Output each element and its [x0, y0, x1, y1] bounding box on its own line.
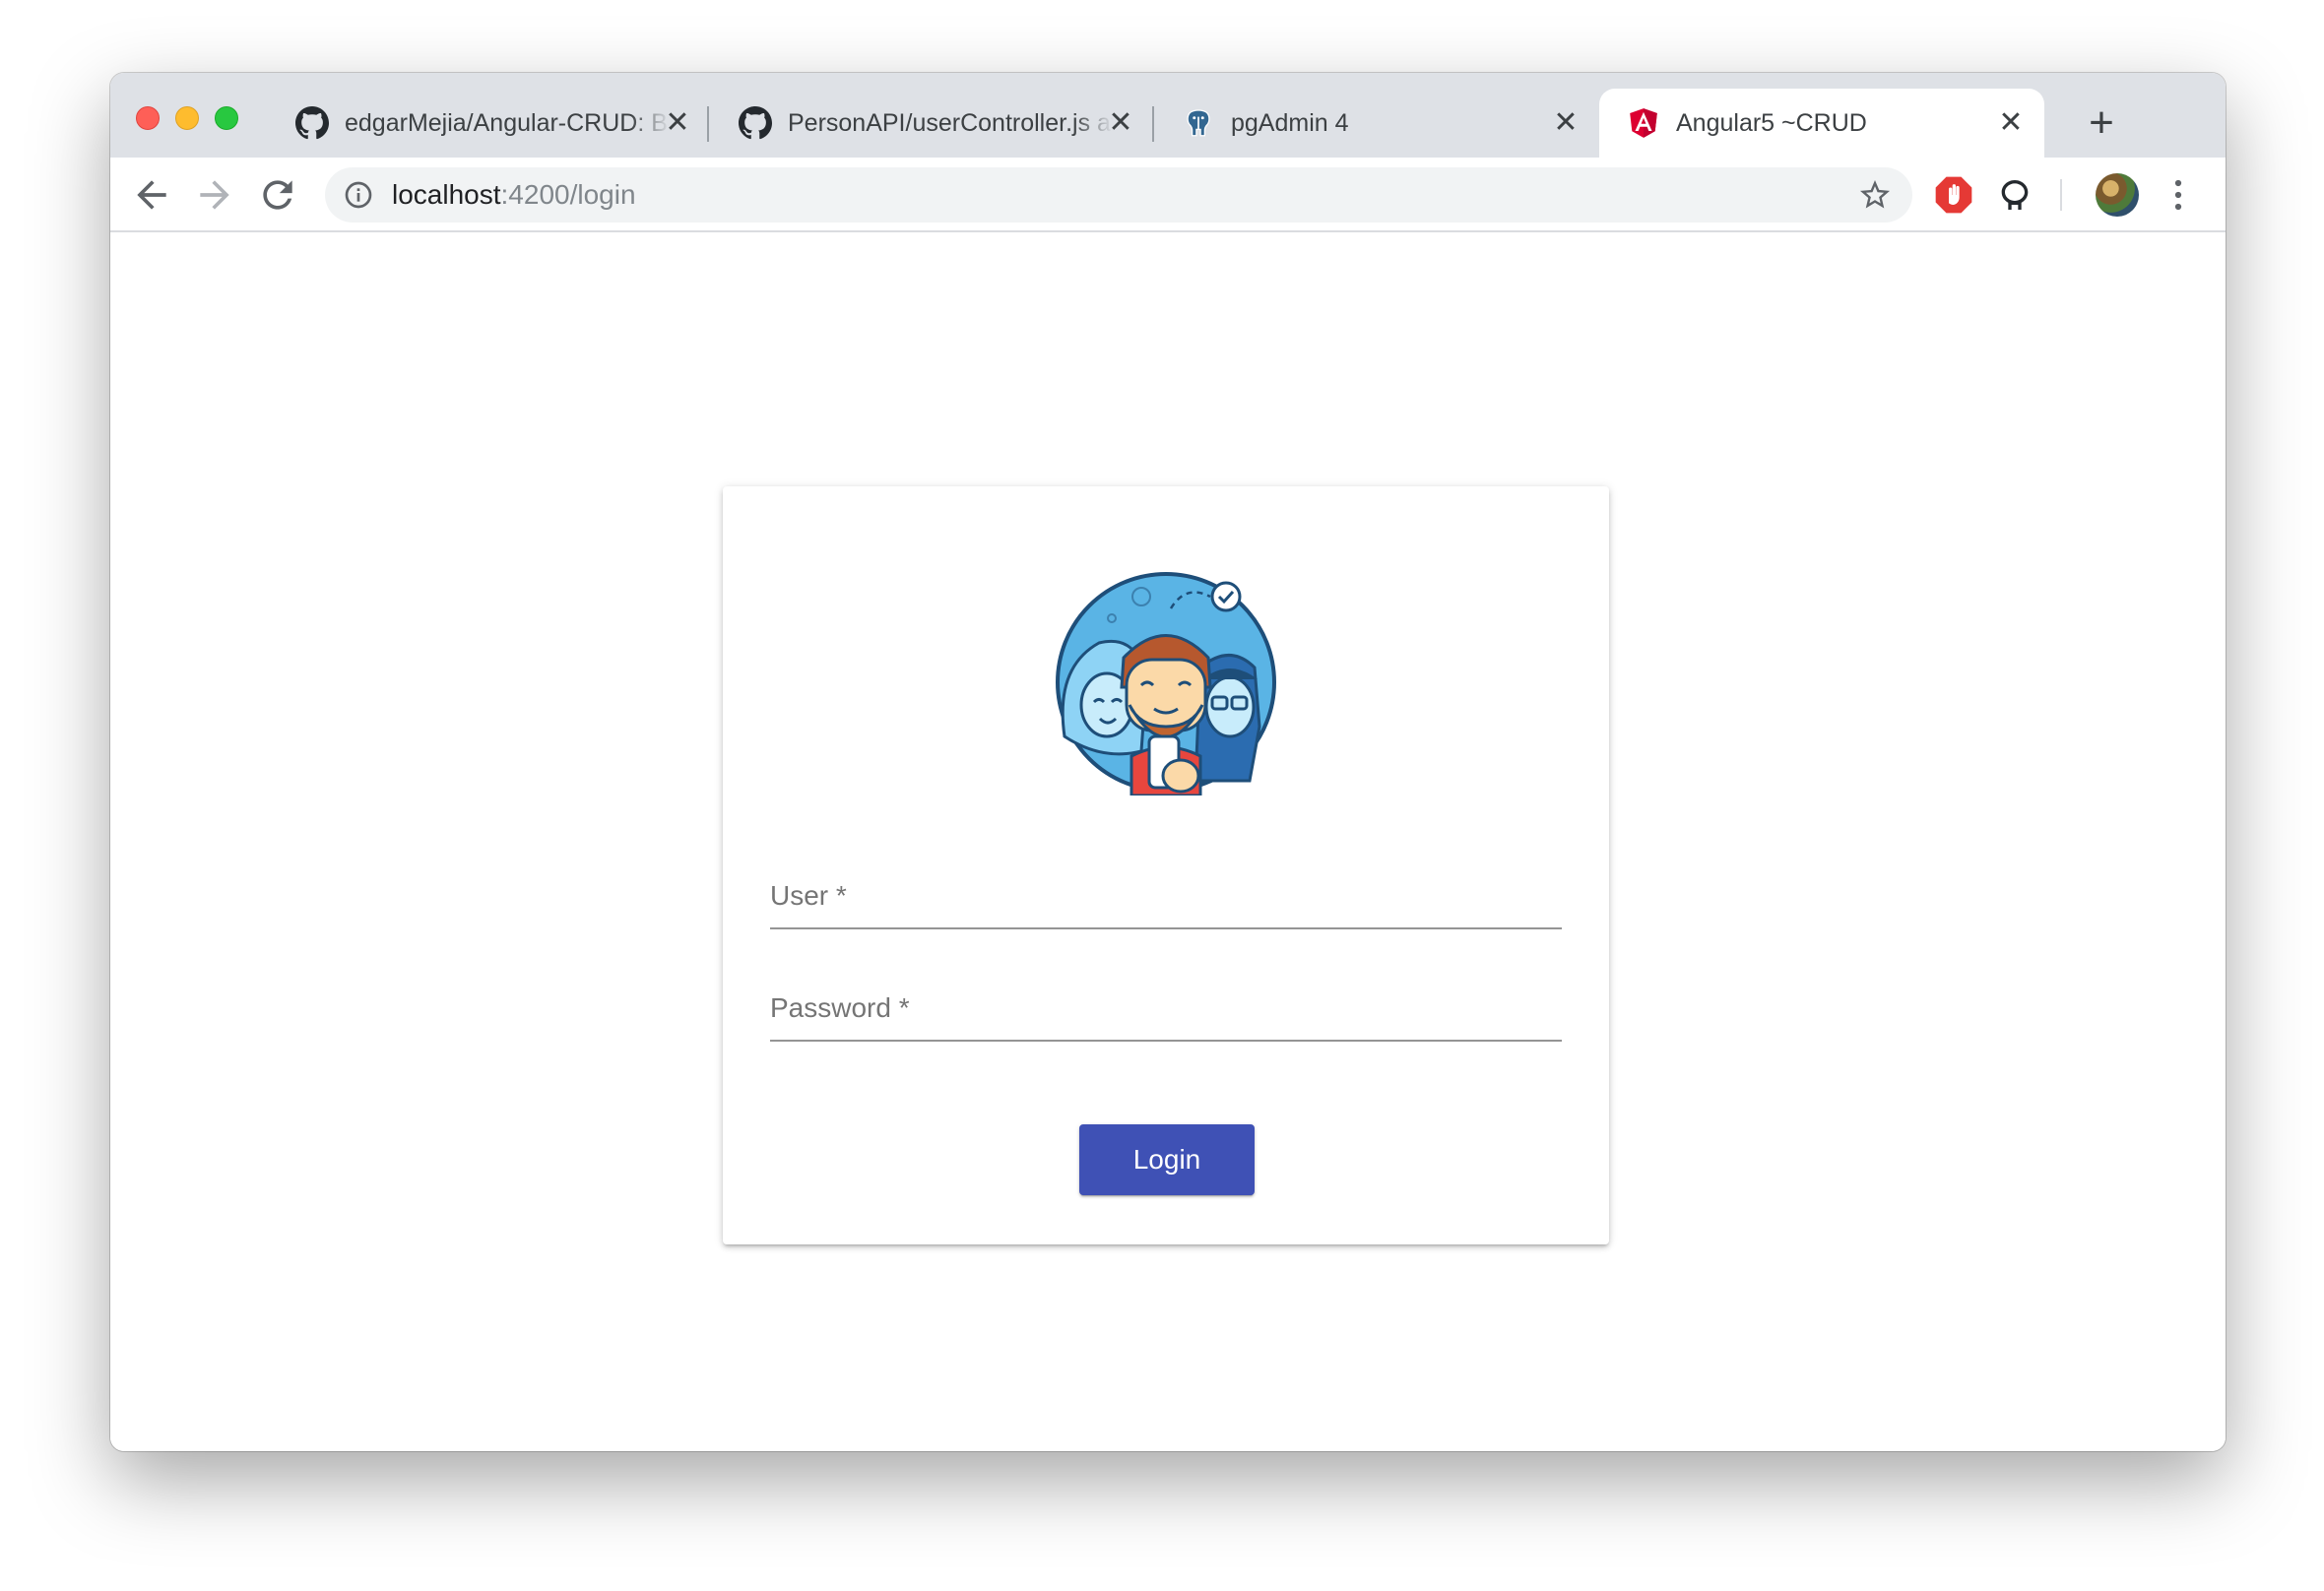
- browser-toolbar: localhost:4200/login: [110, 158, 2226, 232]
- tab-title: Angular5 ~CRUD: [1676, 108, 1867, 137]
- url-host: localhost: [392, 179, 501, 210]
- new-tab-button[interactable]: +: [2082, 101, 2121, 145]
- tab-angular-crud-repo[interactable]: edgarMejia/Angular-CRUD: Bas ✕: [268, 89, 711, 158]
- page-content: User * Password * Login: [110, 232, 2226, 1451]
- close-icon[interactable]: ✕: [1107, 108, 1134, 138]
- angular-icon: [1630, 108, 1657, 138]
- tab-title: pgAdmin 4: [1231, 108, 1349, 137]
- url-text: localhost:4200/login: [392, 179, 636, 211]
- password-underline: [770, 1040, 1562, 1042]
- github-icon: [739, 106, 772, 140]
- close-icon[interactable]: ✕: [1552, 108, 1580, 138]
- adblock-extension-icon[interactable]: [1934, 175, 1973, 215]
- bookmark-star-icon[interactable]: [1857, 177, 1893, 213]
- octotree-extension-icon[interactable]: [1995, 175, 2034, 215]
- address-bar[interactable]: localhost:4200/login: [325, 167, 1912, 223]
- toolbar-divider: [2060, 179, 2062, 211]
- info-icon[interactable]: [343, 179, 374, 211]
- close-icon[interactable]: ✕: [664, 108, 691, 138]
- close-window-button[interactable]: [136, 106, 160, 130]
- more-menu-icon[interactable]: [2168, 177, 2188, 213]
- forward-arrow-icon[interactable]: [193, 173, 236, 217]
- profile-avatar[interactable]: [2096, 173, 2139, 217]
- close-icon[interactable]: ✕: [1997, 108, 2025, 138]
- tab-strip: edgarMejia/Angular-CRUD: Bas ✕ PersonAPI…: [110, 73, 2226, 158]
- user-field[interactable]: User *: [770, 860, 1562, 929]
- tab-title: PersonAPI/userController.js at: [788, 108, 1113, 137]
- browser-window: edgarMejia/Angular-CRUD: Bas ✕ PersonAPI…: [110, 73, 2226, 1451]
- tab-divider: [707, 106, 709, 142]
- password-input[interactable]: [770, 973, 1562, 1042]
- postgres-elephant-icon: [1187, 109, 1210, 137]
- back-arrow-icon[interactable]: [130, 173, 173, 217]
- tab-title: edgarMejia/Angular-CRUD: Bas: [345, 108, 670, 137]
- tab-person-api-controller[interactable]: PersonAPI/userController.js at ✕: [711, 89, 1154, 158]
- github-icon: [295, 106, 329, 140]
- reload-icon[interactable]: [256, 173, 299, 217]
- zoom-window-button[interactable]: [215, 106, 238, 130]
- login-button[interactable]: Login: [1079, 1124, 1255, 1195]
- user-input[interactable]: [770, 860, 1562, 929]
- login-card: User * Password * Login: [723, 486, 1609, 1244]
- tab-angular5-crud[interactable]: Angular5 ~CRUD ✕: [1599, 89, 2044, 158]
- minimize-window-button[interactable]: [175, 106, 199, 130]
- tab-pgadmin[interactable]: pgAdmin 4 ✕: [1154, 89, 1599, 158]
- password-field[interactable]: Password *: [770, 973, 1562, 1042]
- url-path: :4200/login: [500, 179, 636, 210]
- user-underline: [770, 927, 1562, 929]
- team-illustration-logo: [1056, 572, 1276, 796]
